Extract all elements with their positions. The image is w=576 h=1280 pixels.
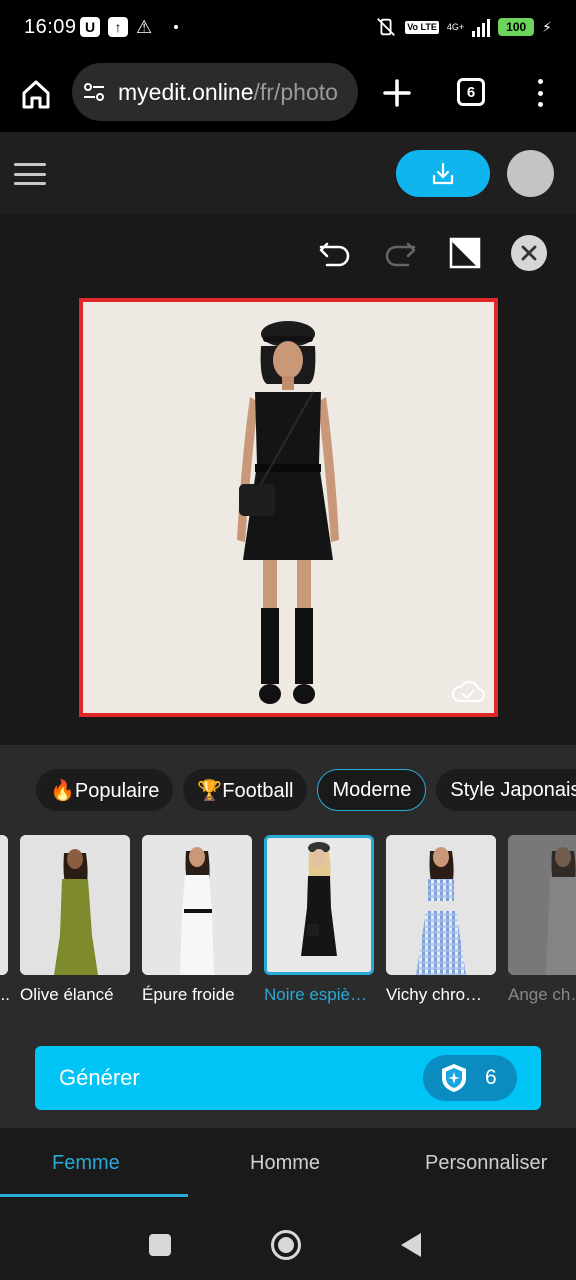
system-navigation-bar [0, 1200, 576, 1280]
home-nav-icon[interactable] [271, 1230, 301, 1260]
compare-icon [449, 237, 481, 269]
style-thumbnails: ... Olive élancé [0, 835, 576, 1015]
app-notification-icon: U [80, 17, 100, 37]
style-thumbnail-image [264, 835, 374, 975]
battery-icon: 100 [498, 18, 535, 36]
url-text[interactable]: myedit.online/fr/photo [118, 79, 338, 106]
style-item-label: Noire espiè… [264, 985, 367, 1004]
active-tab-indicator [0, 1194, 188, 1197]
system-icons: Vo LTE 4G+ 100 ⚡ [375, 16, 552, 38]
notification-icons: U ↑ ⚠ [80, 17, 179, 37]
volte-icon: Vo LTE [405, 20, 439, 34]
more-notifications-icon [174, 25, 179, 29]
recents-icon[interactable] [149, 1234, 171, 1256]
tab-personnaliser[interactable]: Personnaliser [425, 1152, 547, 1175]
back-icon[interactable] [401, 1233, 421, 1257]
vibrate-mute-icon [377, 18, 396, 36]
photo-woman-black-dress [83, 302, 494, 713]
clock: 16:09 [24, 16, 77, 38]
style-thumbnail-image [0, 835, 8, 975]
charging-icon: ⚡ [542, 18, 552, 35]
redo-button[interactable] [381, 234, 419, 272]
url-host: myedit.online [118, 79, 254, 105]
download-button[interactable] [396, 150, 490, 197]
signal-icon [472, 17, 491, 37]
style-item[interactable]: ... [0, 835, 10, 1005]
close-icon [511, 235, 547, 271]
redo-icon [385, 242, 416, 267]
status-bar: 16:09 U ↑ ⚠ Vo LTE 4G+ 100 ⚡ [0, 0, 576, 58]
style-panel: 🔥Populaire 🏆Football Moderne Style Japon… [0, 745, 576, 1128]
upload-notification-icon: ↑ [108, 17, 128, 37]
url-path: /fr/photo [253, 79, 338, 105]
editor-area [0, 214, 576, 745]
cloud-saved-icon [451, 680, 485, 702]
network-type-icon: 4G+ [446, 22, 465, 32]
style-thumbnail-image [386, 835, 496, 975]
style-item-vichy[interactable]: Vichy chro… [386, 835, 496, 1005]
tab-femme[interactable]: Femme [52, 1152, 120, 1175]
style-thumbnail-image [142, 835, 252, 975]
avatar[interactable] [507, 150, 554, 197]
address-bar[interactable]: myedit.online/fr/photo [72, 63, 358, 121]
style-item-label: Ange ch… [508, 985, 576, 1004]
style-item-label: Épure froide [142, 985, 235, 1004]
style-item-olive[interactable]: Olive élancé [20, 835, 130, 1005]
style-category-chips: 🔥Populaire 🏆Football Moderne Style Japon… [36, 769, 576, 811]
app-header [0, 132, 576, 214]
style-thumbnail-image [20, 835, 130, 975]
credits-badge: 6 [423, 1055, 517, 1101]
style-item-label: ... [0, 985, 10, 1004]
hamburger-menu-icon[interactable] [14, 163, 46, 185]
style-thumbnail-image [508, 835, 576, 975]
category-tabs: Femme Homme Personnaliser [0, 1128, 576, 1200]
browser-menu-icon[interactable] [530, 76, 550, 110]
generate-label: Générer [59, 1065, 140, 1090]
tab-switcher-button[interactable]: 6 [457, 78, 485, 106]
warning-icon: ⚠ [136, 17, 153, 37]
chip-moderne[interactable]: Moderne [317, 769, 427, 811]
site-settings-icon[interactable] [82, 80, 106, 104]
download-icon [432, 162, 454, 184]
new-tab-icon[interactable] [380, 76, 414, 110]
photo-canvas[interactable] [79, 298, 498, 717]
undo-button[interactable] [316, 234, 354, 272]
style-item-epure-froide[interactable]: Épure froide [142, 835, 252, 1005]
style-item-label: Vichy chro… [386, 985, 483, 1004]
style-item-label: Olive élancé [20, 985, 114, 1004]
chip-football[interactable]: 🏆Football [183, 769, 308, 811]
undo-icon [319, 242, 350, 267]
tab-homme[interactable]: Homme [250, 1152, 320, 1175]
style-item-ange[interactable]: Ange ch… [508, 835, 576, 1005]
chip-style-japonais[interactable]: Style Japonais [436, 769, 576, 811]
close-button[interactable] [510, 234, 548, 272]
compare-button[interactable] [446, 234, 484, 272]
style-item-noire-espiegle[interactable]: Noire espiè… [264, 835, 374, 1005]
credit-shield-icon [442, 1064, 466, 1092]
generate-button[interactable]: Générer 6 [35, 1046, 541, 1110]
chip-populaire[interactable]: 🔥Populaire [36, 769, 174, 811]
browser-toolbar: myedit.online/fr/photo 6 [0, 58, 576, 132]
credit-count: 6 [485, 1066, 497, 1089]
home-icon[interactable] [18, 76, 54, 112]
